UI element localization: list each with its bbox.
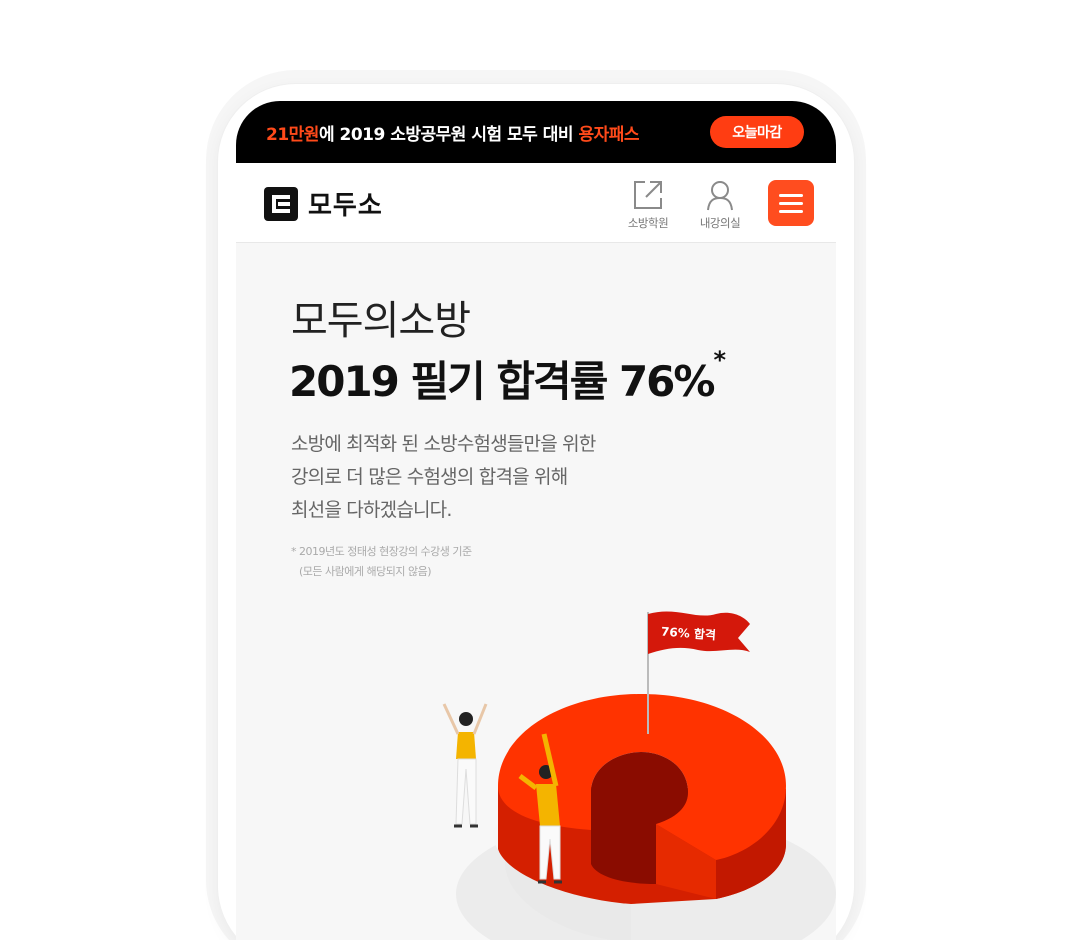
site-logo[interactable]: 모두소 bbox=[264, 185, 383, 222]
logo-mark-icon bbox=[264, 186, 298, 221]
logo-text: 모두소 bbox=[308, 191, 383, 221]
site-header: 모두소 소방학원 내강의실 bbox=[236, 163, 836, 243]
person-woman-icon bbox=[442, 703, 488, 828]
menu-line bbox=[779, 209, 803, 213]
hero-description: 소방에 최적화 된 소방수험생들만을 위한 강의로 더 많은 수험생의 합격을 … bbox=[291, 428, 596, 527]
promo-price: 21만원 bbox=[266, 124, 319, 145]
deadline-button[interactable]: 오늘마감 bbox=[710, 116, 804, 148]
external-link-icon bbox=[618, 177, 678, 213]
hero-section: 모두의소방 2019 필기 합격률 76%* 소방에 최적화 된 소방수험생들만… bbox=[236, 244, 836, 940]
hero-title-text: 2019 필기 합격률 76% bbox=[289, 357, 715, 406]
desc-line: 최선을 다하겠습니다. bbox=[291, 499, 452, 521]
hamburger-icon[interactable] bbox=[768, 180, 814, 226]
my-lecture-label: 내강의실 bbox=[699, 216, 741, 230]
hero-subtitle: 모두의소방 bbox=[291, 298, 471, 344]
promo-banner-text: 21만원에 2019 소방공무원 시험 모두 대비 용자패스 bbox=[266, 120, 640, 145]
desc-line: 소방에 최적화 된 소방수험생들만을 위한 bbox=[291, 433, 596, 455]
phone-screen: 21만원에 2019 소방공무원 시험 모두 대비 용자패스 오늘마감 모두소 … bbox=[236, 101, 836, 940]
user-icon bbox=[690, 177, 750, 213]
academy-link[interactable]: 소방학원 bbox=[618, 177, 678, 231]
hero-title: 2019 필기 합격률 76%* bbox=[289, 346, 726, 409]
promo-pass-name: 용자패스 bbox=[578, 124, 640, 145]
menu-line bbox=[779, 193, 803, 197]
menu-line bbox=[779, 201, 803, 205]
promo-text: 에 2019 소방공무원 시험 모두 대비 bbox=[318, 124, 579, 145]
desc-line: 강의로 더 많은 수험생의 합격을 위해 bbox=[291, 466, 568, 488]
academy-label: 소방학원 bbox=[627, 216, 669, 230]
hero-title-mark: * bbox=[713, 346, 726, 374]
page: 21만원에 2019 소방공무원 시험 모두 대비 용자패스 오늘마감 모두소 … bbox=[0, 0, 1070, 940]
promo-banner[interactable]: 21만원에 2019 소방공무원 시험 모두 대비 용자패스 오늘마감 bbox=[236, 101, 836, 163]
my-lecture-link[interactable]: 내강의실 bbox=[690, 177, 750, 231]
pass-rate-illustration: 76% 합격 bbox=[442, 611, 836, 940]
